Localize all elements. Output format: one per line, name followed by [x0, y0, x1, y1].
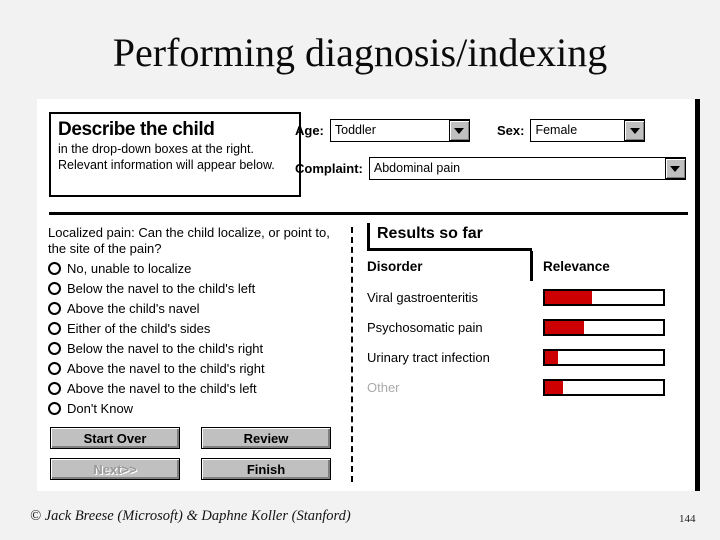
results-row: Other — [367, 372, 667, 402]
sex-value: Female — [535, 123, 578, 137]
disorder-name: Psychosomatic pain — [367, 319, 483, 335]
radio-option[interactable]: Above the navel to the child's right — [48, 358, 343, 378]
radio-option-label: Don't Know — [67, 400, 134, 416]
review-button[interactable]: Review — [201, 427, 331, 449]
describe-child-instructions: in the drop-down boxes at the right. Rel… — [58, 142, 275, 172]
complaint-label: Complaint: — [295, 161, 363, 176]
results-table: Disorder Relevance Viral gastroenteritis… — [367, 251, 667, 402]
relevance-bar — [543, 288, 665, 306]
radio-option[interactable]: Either of the child's sides — [48, 318, 343, 338]
relevance-bar-fill — [545, 320, 584, 334]
radio-option-label: Above the navel to the child's left — [67, 380, 257, 396]
radio-option[interactable]: Below the navel to the child's right — [48, 338, 343, 358]
radio-circle-icon[interactable] — [48, 261, 61, 275]
page-title: Performing diagnosis/indexing — [112, 30, 608, 75]
start-over-button[interactable]: Start Over — [50, 427, 180, 449]
radio-option-label: Above the navel to the child's right — [67, 360, 265, 376]
page-number: 144 — [679, 513, 696, 525]
button-row: Start Over Review — [50, 427, 340, 449]
radio-circle-icon[interactable] — [48, 381, 61, 395]
age-label: Age: — [295, 123, 324, 138]
radio-circle-icon[interactable] — [48, 321, 61, 335]
chevron-down-icon[interactable] — [664, 158, 686, 179]
relevance-bar-fill — [545, 380, 563, 394]
sex-dropdown[interactable]: Female — [530, 119, 646, 142]
relevance-bar — [543, 348, 665, 366]
button-row: Next>> Finish — [50, 458, 340, 480]
radio-circle-icon[interactable] — [48, 361, 61, 375]
localized-pain-radio-group[interactable]: No, unable to localize Below the navel to… — [48, 258, 343, 418]
action-buttons: Start Over Review Next>> Finish — [50, 427, 340, 489]
radio-option[interactable]: Above the navel to the child's left — [48, 378, 343, 398]
vertical-dashed-divider — [351, 227, 353, 482]
header-separator — [49, 212, 688, 215]
footer-credit: © Jack Breese (Microsoft) & Daphne Kolle… — [30, 508, 351, 524]
radio-circle-icon[interactable] — [48, 281, 61, 295]
age-value: Toddler — [334, 123, 376, 137]
question-column: Localized pain: Can the child localize, … — [48, 225, 343, 418]
describe-child-heading: Describe the child — [58, 119, 215, 140]
radio-option[interactable]: Below the navel to the child's left — [48, 278, 343, 298]
results-column-divider — [530, 251, 533, 281]
complaint-dropdown[interactable]: Abdominal pain — [368, 157, 686, 180]
relevance-bar-fill — [545, 290, 593, 304]
age-dropdown[interactable]: Toddler — [329, 119, 470, 142]
radio-option-label: Below the navel to the child's left — [67, 280, 256, 296]
disorder-name: Viral gastroenteritis — [367, 289, 479, 305]
complaint-value: Abdominal pain — [373, 161, 461, 175]
column-header-disorder: Disorder — [367, 259, 423, 274]
results-panel: Results so far Disorder Relevance Viral … — [367, 223, 667, 402]
radio-option[interactable]: Above the child's navel — [48, 298, 343, 318]
results-title: Results so far — [377, 225, 483, 242]
radio-option-label: Below the navel to the child's right — [67, 340, 264, 356]
finish-button[interactable]: Finish — [201, 458, 331, 480]
sex-label: Sex: — [497, 123, 525, 138]
radio-option[interactable]: Don't Know — [48, 398, 343, 418]
results-row: Viral gastroenteritis — [367, 282, 667, 312]
sex-field-row: Sex: Female — [497, 119, 646, 142]
radio-circle-icon[interactable] — [48, 341, 61, 355]
disorder-name: Urinary tract infection — [367, 349, 490, 365]
relevance-bar — [543, 318, 665, 336]
age-field-row: Age: Toddler — [295, 119, 470, 142]
chevron-down-icon[interactable] — [624, 120, 646, 141]
relevance-bar — [543, 378, 665, 396]
radio-circle-icon[interactable] — [48, 401, 61, 415]
disorder-name: Other — [367, 379, 400, 395]
next-button: Next>> — [50, 458, 180, 480]
results-header-row: Disorder Relevance — [367, 251, 667, 282]
describe-child-panel: Describe the child in the drop-down boxe… — [49, 112, 301, 197]
relevance-bar-fill — [545, 350, 558, 364]
question-prompt: Localized pain: Can the child localize, … — [48, 225, 330, 256]
application-window: Describe the child in the drop-down boxe… — [37, 99, 700, 491]
chevron-down-icon[interactable] — [448, 120, 470, 141]
radio-option-label: Above the child's navel — [67, 300, 200, 316]
results-row: Urinary tract infection — [367, 342, 667, 372]
results-row: Psychosomatic pain — [367, 312, 667, 342]
results-rows: Viral gastroenteritis Psychosomatic pain U… — [367, 282, 667, 402]
complaint-field-row: Complaint: Abdominal pain — [295, 157, 686, 180]
radio-option[interactable]: No, unable to localize — [48, 258, 343, 278]
radio-option-label: Either of the child's sides — [67, 320, 211, 336]
results-title-container: Results so far — [367, 223, 667, 248]
column-header-relevance: Relevance — [543, 259, 610, 274]
radio-option-label: No, unable to localize — [67, 260, 192, 276]
radio-circle-icon[interactable] — [48, 301, 61, 315]
